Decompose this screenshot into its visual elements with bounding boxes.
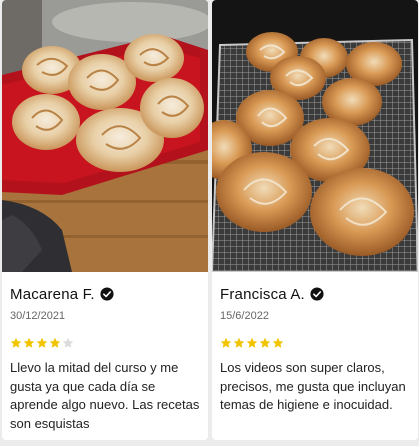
review-card: Macarena F. 30/12/2021 Llevo la mitad de… <box>2 0 208 440</box>
star-icon <box>36 337 48 348</box>
star-icon <box>220 337 232 348</box>
review-text: Llevo la mitad del curso y me gusta ya q… <box>10 360 200 431</box>
review-date: 30/12/2021 <box>10 310 66 322</box>
review-photo[interactable] <box>212 0 418 272</box>
star-icon <box>233 337 245 348</box>
star-icon <box>49 337 61 348</box>
author-name: Macarena F. <box>10 285 95 303</box>
review-text: Los videos son super claros, precisos, m… <box>220 360 406 412</box>
star-icon <box>10 337 22 348</box>
verified-check-icon <box>310 287 324 301</box>
star-icon <box>246 337 258 348</box>
cinnamon-rolls-on-wire-rack-photo <box>212 0 418 272</box>
verified-check-icon <box>100 287 114 301</box>
author-row: Francisca A. <box>220 284 410 304</box>
star-icon <box>62 337 74 348</box>
review-date: 15/6/2022 <box>220 310 269 322</box>
author-name: Francisca A. <box>220 285 305 303</box>
author-row: Macarena F. <box>10 284 200 304</box>
star-icon <box>23 337 35 348</box>
star-rating <box>10 337 200 350</box>
cinnamon-rolls-on-red-plate-photo <box>2 0 208 272</box>
star-icon <box>259 337 271 348</box>
review-photo[interactable] <box>2 0 208 272</box>
star-rating <box>220 337 410 350</box>
review-card: Francisca A. 15/6/2022 Los videos son su… <box>212 0 418 440</box>
star-icon <box>272 337 284 348</box>
reviews-grid: Macarena F. 30/12/2021 Llevo la mitad de… <box>0 0 419 446</box>
